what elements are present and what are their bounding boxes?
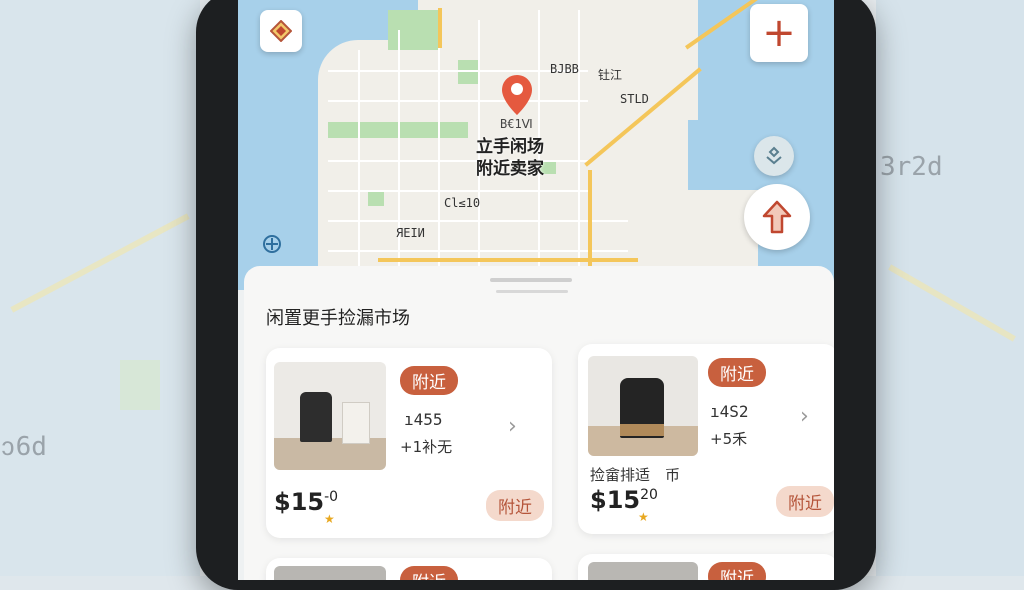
star-icon: ★ — [638, 510, 649, 524]
background-label-left: ↄ6d — [0, 432, 47, 462]
add-button[interactable]: + — [750, 4, 808, 62]
compass-button[interactable] — [260, 10, 302, 52]
map-label: ЯЕIИ — [396, 226, 425, 240]
nearby-badge: 附近 — [708, 358, 766, 387]
location-icon[interactable] — [262, 234, 282, 254]
product-image — [274, 362, 386, 470]
sheet-drag-handle[interactable] — [490, 278, 572, 282]
distance-tag: 附近 — [776, 486, 834, 517]
bottom-sheet[interactable]: 闲置更手捡漏市场 附近 ı455 +1补无 › $15-0 ★ 附近 附近 ı4… — [244, 266, 834, 580]
backpack-shape — [300, 392, 332, 442]
phone-screen: BJBB 钍江 STLD Cl≤10 ЯЕIИ B€1Ⅵ 立手闲场 附近卖家 + — [238, 0, 834, 580]
location-pin-icon[interactable] — [500, 73, 534, 117]
price-main: $15 — [274, 488, 325, 516]
map-label: STLD — [620, 92, 649, 106]
pin-title-line2: 附近卖家 — [476, 159, 544, 179]
spec-line2: +5禾 — [710, 430, 748, 448]
navigate-button[interactable] — [744, 184, 810, 250]
nearby-badge: 附近 — [400, 566, 458, 580]
star-icon: ★ — [324, 512, 335, 526]
map-view[interactable]: BJBB 钍江 STLD Cl≤10 ЯЕIИ B€1Ⅵ 立手闲场 附近卖家 + — [238, 0, 834, 290]
compass-icon — [270, 20, 292, 42]
product-image — [588, 562, 698, 580]
layers-button[interactable] — [754, 136, 794, 176]
background-label-right: 3r2d — [880, 152, 943, 182]
map-label: Cl≤10 — [444, 196, 481, 210]
nearby-badge: 附近 — [708, 562, 766, 580]
layers-icon — [766, 146, 782, 165]
spec-line2: +1补无 — [400, 438, 453, 456]
pin-label: B€1Ⅵ — [500, 117, 533, 131]
product-image — [274, 566, 386, 580]
phone-frame: BJBB 钍江 STLD Cl≤10 ЯЕIИ B€1Ⅵ 立手闲场 附近卖家 + — [196, 0, 876, 590]
item-name: 捡畲排适 币 — [590, 466, 681, 484]
chevron-right-icon[interactable]: › — [800, 404, 809, 429]
spec-line1: ı455 — [404, 410, 443, 429]
distance-tag: 附近 — [486, 490, 544, 521]
map-label: 钍江 — [598, 68, 623, 82]
listing-card[interactable]: 附近 — [578, 554, 834, 580]
backpack-bottom — [620, 424, 664, 436]
navigate-up-icon — [762, 200, 792, 234]
product-image — [588, 356, 698, 456]
price-sup: 20 — [640, 487, 658, 503]
bag-shape — [342, 402, 370, 444]
chevron-right-icon[interactable]: › — [508, 414, 517, 439]
pin-title: 立手闲场 附近卖家 — [476, 136, 544, 180]
price-main: $15 — [590, 486, 641, 514]
listing-card[interactable]: 附近 ı455 +1补无 › $15-0 ★ 附近 — [266, 348, 552, 538]
spec-line1: ı4S2 — [710, 402, 749, 421]
price-sup: -0 — [324, 489, 339, 505]
map-label: BJBB — [550, 62, 579, 76]
pin-title-line1: 立手闲场 — [476, 137, 544, 157]
sheet-drag-handle-secondary — [496, 290, 568, 293]
listing-card[interactable]: 附近 ı4S2 +5禾 › 捡畲排适 币 $1520 ★ 附近 — [578, 344, 834, 534]
sheet-title: 闲置更手捡漏市场 — [266, 308, 410, 329]
listing-card[interactable]: 附近 — [266, 558, 552, 580]
nearby-badge: 附近 — [400, 366, 458, 395]
